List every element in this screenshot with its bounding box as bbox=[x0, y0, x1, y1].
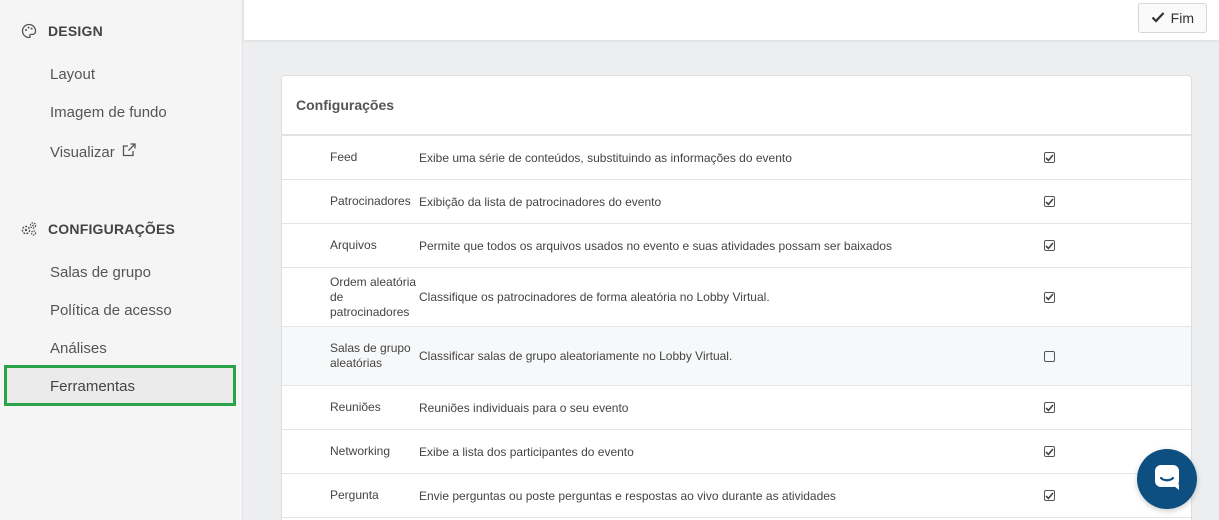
sidebar-item-group-rooms[interactable]: Salas de grupo bbox=[50, 264, 151, 281]
sidebar-item-label: Layout bbox=[50, 66, 96, 83]
sidebar-item-tools[interactable]: Ferramentas bbox=[50, 378, 135, 395]
config-heading-label: CONFIGURAÇÕES bbox=[48, 221, 176, 237]
table-row: Ordem aleatória de patrocinadores Classi… bbox=[282, 268, 1191, 327]
table-row: Salas de grupo aleatórias Classificar sa… bbox=[282, 327, 1191, 386]
table-row: Pergunta Envie perguntas ou poste pergun… bbox=[282, 474, 1191, 518]
setting-name: Networking bbox=[330, 444, 391, 458]
sidebar-item-label: Visualizar bbox=[50, 143, 115, 161]
setting-description: Exibe uma série de conteúdos, substituin… bbox=[419, 150, 792, 165]
sidebar-item-label: Salas de grupo bbox=[50, 264, 151, 281]
table-row: Reuniões Reuniões individuais para o seu… bbox=[282, 386, 1191, 430]
setting-name: Salas de grupo aleatórias bbox=[330, 341, 411, 370]
sidebar-item-label: Imagem de fundo bbox=[50, 104, 167, 121]
sidebar-item-preview[interactable]: Visualizar bbox=[50, 142, 137, 162]
setting-name: Feed bbox=[330, 150, 358, 164]
sidebar-item-label: Política de acesso bbox=[50, 302, 172, 319]
chat-launcher-button[interactable] bbox=[1137, 449, 1197, 509]
setting-name: Patrocinadores bbox=[330, 194, 411, 208]
external-link-icon bbox=[121, 142, 137, 162]
sidebar-item-background-image[interactable]: Imagem de fundo bbox=[50, 104, 167, 121]
chat-icon bbox=[1152, 462, 1182, 497]
setting-description: Exibição da lista de patrocinadores do e… bbox=[419, 194, 662, 209]
top-bar: Fim bbox=[244, 0, 1219, 40]
design-section-heading: DESIGN bbox=[20, 22, 103, 40]
setting-checkbox[interactable] bbox=[1044, 291, 1055, 303]
sidebar-item-label: Análises bbox=[50, 340, 107, 357]
setting-description: Reuniões individuais para o seu evento bbox=[419, 400, 629, 415]
setting-checkbox[interactable] bbox=[1044, 402, 1055, 413]
setting-description: Permite que todos os arquivos usados no … bbox=[419, 238, 892, 253]
sidebar: DESIGN Layout Imagem de fundo Visualizar… bbox=[0, 0, 243, 520]
sidebar-item-access-policy[interactable]: Política de acesso bbox=[50, 302, 172, 319]
sidebar-item-layout[interactable]: Layout bbox=[50, 66, 95, 83]
finish-button-label: Fim bbox=[1170, 10, 1194, 26]
palette-icon bbox=[20, 22, 38, 40]
table-row: Arquivos Permite que todos os arquivos u… bbox=[282, 224, 1191, 268]
setting-name: Ordem aleatória de patrocinadores bbox=[330, 274, 417, 319]
design-heading-label: DESIGN bbox=[48, 23, 103, 39]
table-row: Networking Exibe a lista dos participant… bbox=[282, 430, 1191, 474]
setting-description: Classificar salas de grupo aleatoriament… bbox=[419, 349, 733, 363]
setting-checkbox[interactable] bbox=[1044, 196, 1055, 207]
gears-icon bbox=[20, 220, 38, 238]
setting-name: Pergunta bbox=[330, 488, 379, 502]
setting-description: Envie perguntas ou poste perguntas e res… bbox=[419, 488, 836, 503]
setting-checkbox[interactable] bbox=[1044, 240, 1055, 251]
finish-button[interactable]: Fim bbox=[1137, 3, 1207, 33]
settings-card: Configurações Feed Exibe uma série de co… bbox=[281, 75, 1192, 520]
setting-checkbox[interactable] bbox=[1044, 490, 1055, 501]
sidebar-item-analytics[interactable]: Análises bbox=[50, 340, 107, 357]
setting-description: Exibe a lista dos participantes do event… bbox=[419, 444, 634, 459]
card-title: Configurações bbox=[282, 76, 1191, 136]
setting-name: Arquivos bbox=[330, 238, 377, 252]
setting-checkbox[interactable] bbox=[1044, 152, 1055, 163]
sidebar-item-label: Ferramentas bbox=[50, 378, 136, 395]
config-section-heading: CONFIGURAÇÕES bbox=[20, 220, 175, 238]
setting-checkbox[interactable] bbox=[1044, 350, 1055, 362]
table-row: Feed Exibe uma série de conteúdos, subst… bbox=[282, 136, 1191, 180]
table-row: Patrocinadores Exibição da lista de patr… bbox=[282, 180, 1191, 224]
check-icon bbox=[1151, 10, 1165, 26]
setting-description: Classifique os patrocinadores de forma a… bbox=[419, 290, 770, 304]
setting-name: Reuniões bbox=[330, 400, 381, 414]
setting-checkbox[interactable] bbox=[1044, 446, 1055, 457]
